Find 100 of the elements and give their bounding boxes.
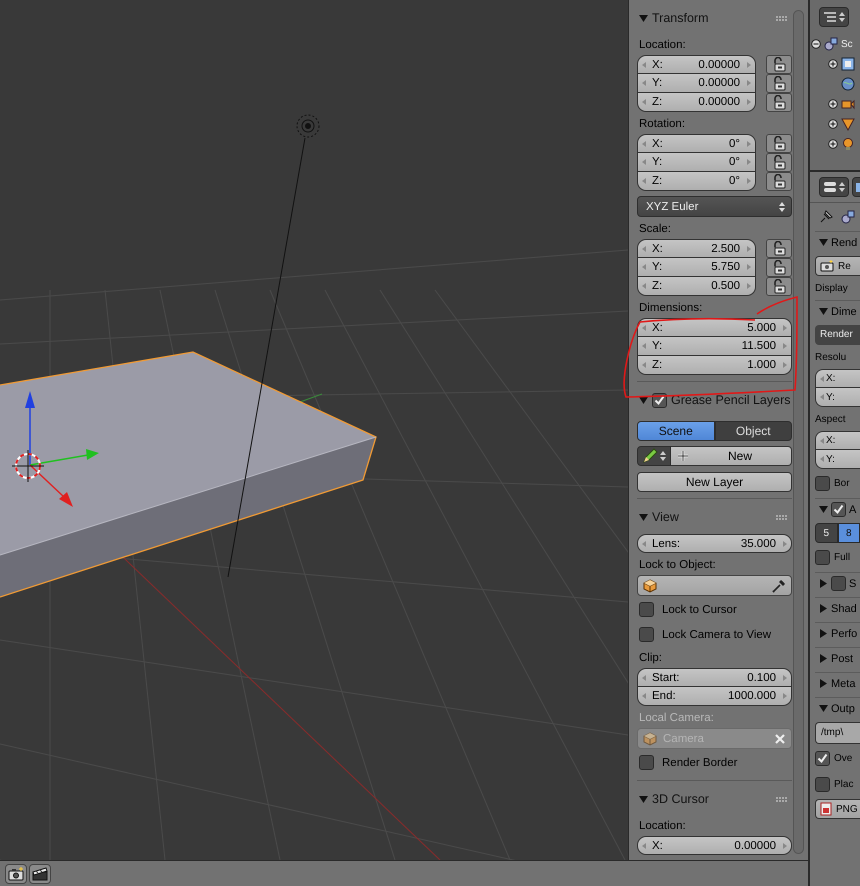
- disclosure-triangle-icon[interactable]: [639, 512, 648, 522]
- expand-toggle-icon[interactable]: [828, 59, 838, 69]
- number-field[interactable]: Z: 0.500: [637, 277, 756, 296]
- lock-toggle[interactable]: [766, 74, 792, 93]
- tab[interactable]: Object: [714, 421, 792, 441]
- checkbox[interactable]: [639, 627, 654, 642]
- object-field[interactable]: [637, 575, 792, 596]
- disclosure-triangle-icon[interactable]: [819, 654, 828, 663]
- new-button[interactable]: New: [671, 446, 792, 466]
- option-button[interactable]: 5: [815, 523, 838, 543]
- checkbox[interactable]: [831, 502, 846, 517]
- lock-toggle[interactable]: [766, 55, 792, 74]
- disclosure-triangle-icon[interactable]: [819, 505, 828, 514]
- panel-title[interactable]: Transform: [652, 11, 772, 25]
- expand-toggle-icon[interactable]: [828, 119, 838, 129]
- checkbox-label[interactable]: Lock to Cursor: [662, 604, 737, 616]
- dropdown[interactable]: Render: [815, 325, 860, 345]
- checkbox[interactable]: [815, 777, 830, 792]
- number-field[interactable]: Z: 1.000: [637, 356, 792, 375]
- number-field[interactable]: Y: 0°: [637, 153, 756, 172]
- disclosure-triangle-icon[interactable]: [639, 396, 648, 404]
- panel-title[interactable]: Perfo: [831, 628, 858, 640]
- editor-type-button[interactable]: [819, 177, 849, 197]
- number-field[interactable]: End: 1000.000: [637, 687, 792, 706]
- format-dropdown[interactable]: PNG: [815, 799, 860, 819]
- checkbox[interactable]: [815, 476, 830, 491]
- eyedropper-icon[interactable]: [772, 578, 786, 592]
- lock-toggle[interactable]: [766, 153, 792, 172]
- number-field[interactable]: X: 2.500: [637, 239, 756, 258]
- world-icon[interactable]: [841, 77, 855, 91]
- checkbox-label[interactable]: Full: [834, 552, 850, 563]
- render-layers-icon[interactable]: [841, 57, 855, 71]
- disclosure-triangle-icon[interactable]: [819, 579, 828, 588]
- panel-title[interactable]: Dime: [831, 306, 857, 318]
- lock-toggle[interactable]: [766, 258, 792, 277]
- checkbox[interactable]: [815, 550, 830, 565]
- panel-title[interactable]: View: [652, 510, 772, 524]
- checkbox[interactable]: [639, 602, 654, 617]
- disclosure-triangle-icon[interactable]: [819, 629, 828, 638]
- outliner-item[interactable]: Sc: [841, 38, 853, 50]
- disclosure-triangle-icon[interactable]: [819, 679, 828, 688]
- render-button[interactable]: [5, 864, 27, 884]
- checkbox[interactable]: [831, 576, 846, 591]
- number-field[interactable]: X:: [815, 431, 860, 450]
- number-field[interactable]: X:: [815, 369, 860, 388]
- number-field[interactable]: Z: 0.00000: [637, 93, 756, 112]
- new-layer-button[interactable]: New Layer: [637, 472, 792, 492]
- mesh-icon[interactable]: [841, 117, 855, 131]
- transform-gizmo-drawing[interactable]: [25, 391, 99, 507]
- number-field[interactable]: X: 0°: [637, 134, 756, 153]
- number-field[interactable]: Z: 0°: [637, 172, 756, 191]
- disclosure-triangle-icon[interactable]: [639, 14, 648, 22]
- panel-title[interactable]: A: [849, 504, 856, 516]
- number-field[interactable]: Y: 5.750: [637, 258, 756, 277]
- lock-toggle[interactable]: [766, 93, 792, 112]
- checkbox[interactable]: [639, 755, 654, 770]
- panel-title[interactable]: Grease Pencil Layers: [671, 393, 792, 407]
- render-button[interactable]: Re: [815, 256, 860, 276]
- number-field[interactable]: Y:: [815, 450, 860, 469]
- number-field[interactable]: Lens: 35.000: [637, 534, 792, 553]
- tab[interactable]: Scene: [637, 421, 714, 441]
- dropdown[interactable]: XYZ Euler: [637, 196, 792, 217]
- number-field[interactable]: Y: 11.500: [637, 337, 792, 356]
- disclosure-triangle-icon[interactable]: [819, 704, 828, 713]
- pencil-selector[interactable]: [637, 446, 671, 466]
- checkbox[interactable]: [815, 751, 830, 766]
- scene-icon[interactable]: [841, 210, 855, 224]
- panel-title[interactable]: S: [849, 578, 856, 590]
- checkbox-label[interactable]: Plac: [834, 779, 854, 790]
- panel-title[interactable]: Outp: [831, 702, 855, 714]
- panel-title[interactable]: Rend: [831, 236, 858, 248]
- scrollbar[interactable]: [793, 10, 804, 854]
- disclosure-triangle-icon[interactable]: [819, 604, 828, 613]
- lock-toggle[interactable]: [766, 277, 792, 296]
- lock-toggle[interactable]: [766, 134, 792, 153]
- panel-title[interactable]: Shad: [831, 602, 857, 614]
- checkbox-label[interactable]: Ove: [834, 753, 852, 764]
- option-button[interactable]: 8: [838, 523, 860, 543]
- disclosure-triangle-icon[interactable]: [639, 794, 648, 804]
- collapse-toggle-icon[interactable]: [811, 39, 821, 49]
- lock-toggle[interactable]: [766, 239, 792, 258]
- number-field[interactable]: X: 0.00000: [637, 55, 756, 74]
- panel-title[interactable]: Post: [831, 652, 854, 664]
- number-field[interactable]: Y:: [815, 388, 860, 407]
- box-mesh-drawing[interactable]: [0, 351, 377, 598]
- checkbox-label[interactable]: Render Border: [662, 756, 738, 768]
- number-field[interactable]: X: 5.000: [637, 318, 792, 337]
- animation-button[interactable]: [29, 864, 51, 884]
- checkbox-label[interactable]: Bor: [834, 478, 850, 489]
- disclosure-triangle-icon[interactable]: [819, 307, 828, 316]
- number-field[interactable]: X: 0.00000: [637, 836, 792, 855]
- pin-icon[interactable]: [819, 210, 833, 224]
- number-field[interactable]: Y: 0.00000: [637, 74, 756, 93]
- panel-title[interactable]: 3D Cursor: [652, 792, 772, 806]
- lock-toggle[interactable]: [766, 172, 792, 191]
- checkbox-label[interactable]: Lock Camera to View: [662, 628, 772, 640]
- editor-type-button[interactable]: [819, 7, 849, 27]
- disclosure-triangle-icon[interactable]: [819, 238, 828, 247]
- lamp-icon[interactable]: [841, 137, 855, 151]
- expand-toggle-icon[interactable]: [828, 99, 838, 109]
